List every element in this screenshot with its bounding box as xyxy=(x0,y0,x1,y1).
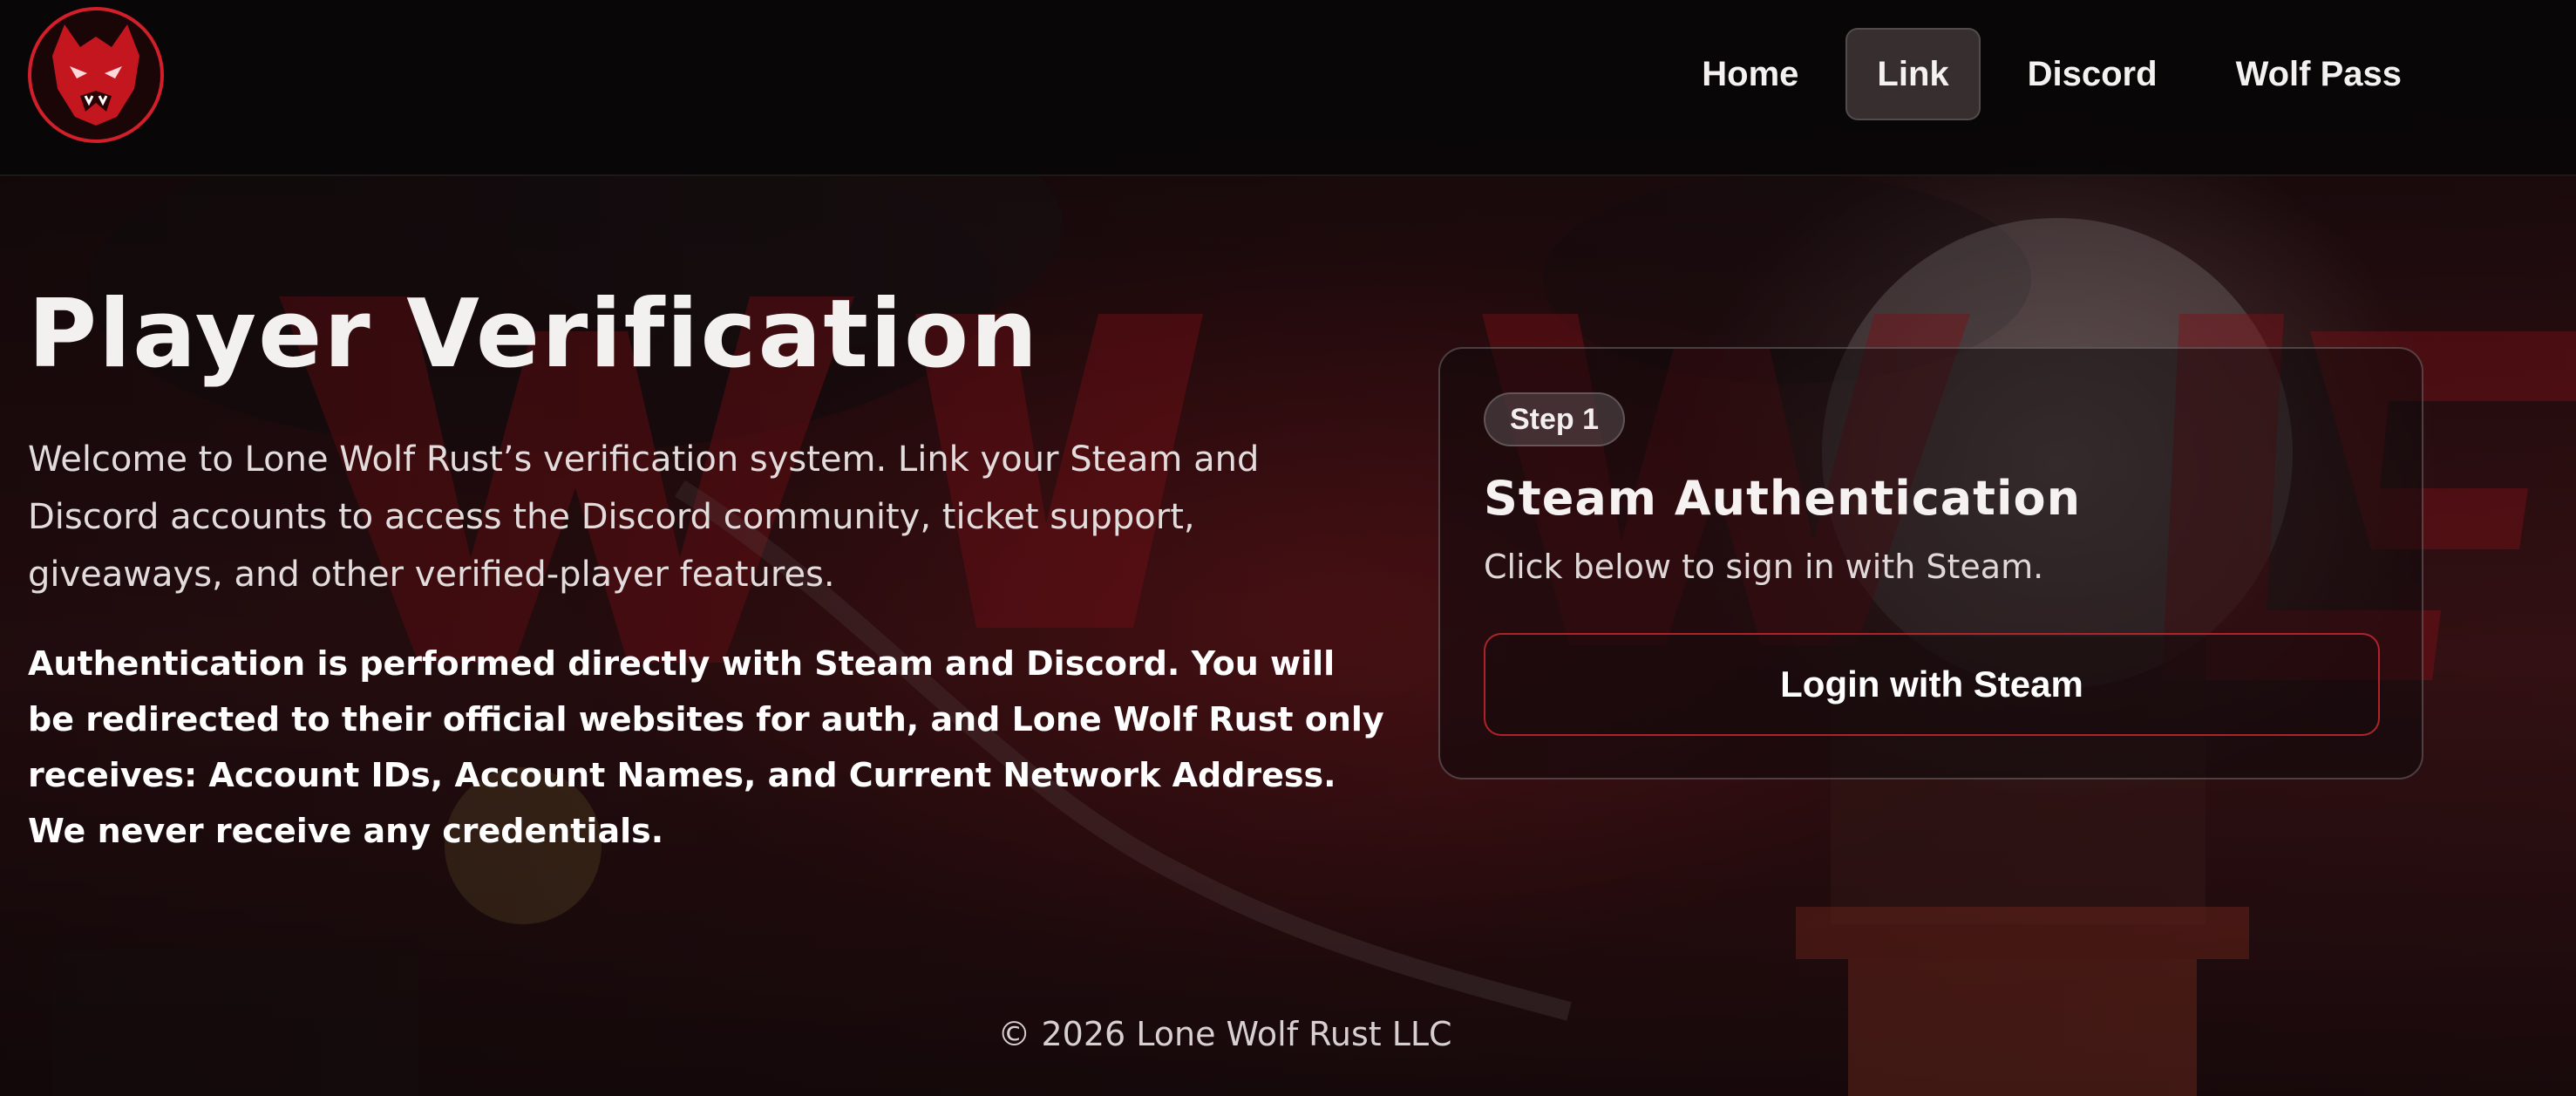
wolf-head-logo-icon[interactable] xyxy=(26,5,166,145)
card-description: Click below to sign in with Steam. xyxy=(1484,548,2044,586)
auth-notice-text: Authentication is performed directly wit… xyxy=(28,644,1384,850)
step-badge: Step 1 xyxy=(1484,392,1626,446)
nav-link[interactable]: Link xyxy=(1845,28,1981,120)
footer-copyright: © 2026 Lone Wolf Rust LLC xyxy=(997,1015,1452,1053)
nav-discord[interactable]: Discord xyxy=(1996,28,2189,120)
page: Home Link Discord Wolf Pass Player Verif… xyxy=(0,0,2576,1096)
intro-text: Welcome to Lone Wolf Rust’s verification… xyxy=(28,439,1260,595)
site-header: Home Link Discord Wolf Pass xyxy=(0,0,2576,176)
steam-auth-card: Step 1 Steam Authentication Click below … xyxy=(1438,347,2423,779)
main-nav: Home Link Discord Wolf Pass xyxy=(1670,28,2433,120)
login-with-steam-button[interactable]: Login with Steam xyxy=(1484,633,2380,736)
page-title: Player Verification xyxy=(28,280,1040,389)
nav-home[interactable]: Home xyxy=(1670,28,1830,120)
card-title: Steam Authentication xyxy=(1484,471,2082,526)
nav-wolf-pass[interactable]: Wolf Pass xyxy=(2205,28,2433,120)
